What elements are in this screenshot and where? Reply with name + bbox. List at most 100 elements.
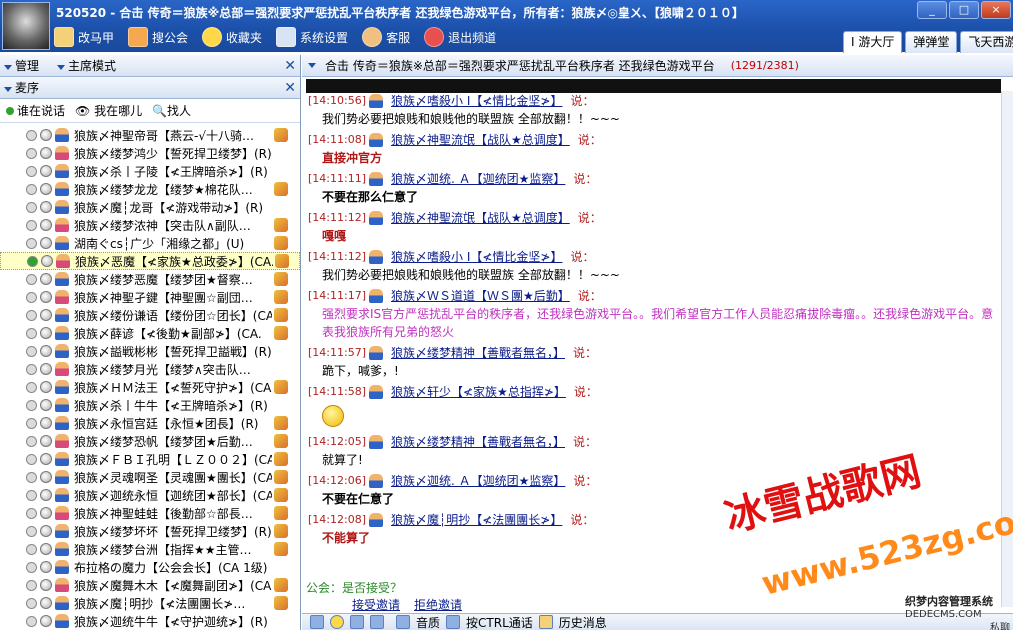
chevron-down-icon[interactable] <box>308 63 316 68</box>
history-icon[interactable] <box>538 615 553 629</box>
user-row[interactable]: 狼族〆缕梦恶魔【缕梦团★督察… <box>0 270 300 288</box>
mic-icon <box>40 381 52 393</box>
user-row[interactable]: 狼族〆神聖孑鍵【神聖團☆副団… <box>0 288 300 306</box>
message-sender[interactable]: 狼族〆缕梦精神【善戰者無名，】 <box>391 433 565 450</box>
tab-feitian-xiyou[interactable]: 飞天西游 <box>960 31 1013 53</box>
speaker-icon[interactable] <box>396 615 410 629</box>
user-row[interactable]: 狼族〆ＨＭ法王【≮誓死守护≯】(CA. <box>0 378 300 396</box>
user-name: 狼族〆灵魂啊圣【灵魂團★團长】(CA. <box>74 470 272 485</box>
system-settings-button[interactable]: 系统设置 <box>276 27 348 47</box>
message-sender[interactable]: 狼族〆轩少【≮家族★总指挥≯】 <box>391 383 566 400</box>
user-name: 狼族〆魔舞木木【≮魔舞副团≯】(CA. <box>74 578 272 593</box>
user-row[interactable]: 狼族〆缕梦浓神【突击队∧副队… <box>0 216 300 234</box>
user-row[interactable]: 狼族〆魔┆明抄【≮法團團长≯… <box>0 594 300 612</box>
user-name: 狼族〆杀丨子陵【≮王牌暗杀≯】(R) <box>74 164 268 179</box>
exit-channel-button[interactable]: 退出频道 <box>424 27 496 47</box>
minimize-button[interactable]: _ <box>917 1 947 19</box>
search-guild-button[interactable]: 搜公会 <box>128 27 188 47</box>
close-button[interactable]: × <box>981 1 1011 19</box>
message-sender[interactable]: 狼族〆神聖流氓【战队★总调度】 <box>391 209 570 226</box>
maximize-button[interactable]: □ <box>949 1 979 19</box>
close-icon[interactable]: ✕ <box>284 58 296 74</box>
find-user-button[interactable]: 🔍找人 <box>152 102 191 119</box>
sender-avatar-icon <box>369 93 383 108</box>
mode-menu[interactable]: 主席模式 <box>57 57 116 74</box>
user-list[interactable]: 狼族〆神聖帝哥【燕云-√十八骑… 狼族〆缕梦鸿少【誓死捍卫缕梦】(R) 狼族〆杀丨子… <box>0 126 300 630</box>
user-row[interactable]: 布拉格の魔力【公会会长】(CA 1级) <box>0 558 300 576</box>
audio-quality-label[interactable]: 音质 <box>416 614 440 630</box>
user-row[interactable]: 狼族〆缕梦恐帆【缕梦团★后勤… <box>0 432 300 450</box>
message-sender[interactable]: 狼族〆神聖流氓【战队★总调度】 <box>391 131 570 148</box>
user-row[interactable]: 狼族〆缕梦鸿少【誓死捍卫缕梦】(R) <box>0 144 300 162</box>
history-label[interactable]: 历史消息 <box>559 614 607 630</box>
chat-bubble-icon[interactable] <box>370 615 384 629</box>
title-bar: 520520 - 合击 传奇＝狼族※总部＝强烈要求严惩扰乱平台秩序者 还我绿色游… <box>0 0 1013 53</box>
chat-message: [14:11:11] 狼族〆迦统. Ａ【迦统团★监察】 说： 不要在那么仁意了 <box>308 169 999 206</box>
message-text: 嘎嘎 <box>322 229 347 243</box>
favorites-label: 收藏夹 <box>226 30 263 45</box>
user-row[interactable]: 狼族〆魔舞木木【≮魔舞副团≯】(CA. <box>0 576 300 594</box>
message-sender[interactable]: 狼族〆ＷＳ道道【ＷＳ團★后勤】 <box>391 287 570 304</box>
user-row[interactable]: 狼族〆缕份谦语【缕份团☆团长】(CA. <box>0 306 300 324</box>
message-sender[interactable]: 狼族〆迦统. Ａ【迦统团★监察】 <box>391 170 565 187</box>
user-row[interactable]: 狼族〆缕梦坏坏【誓死捍卫缕梦】(R) <box>0 522 300 540</box>
message-sender[interactable]: 狼族〆嗜殺小 I【≮情比金坚≯】 <box>391 92 562 109</box>
user-row[interactable]: 狼族〆神聖帝哥【燕云-√十八骑… <box>0 126 300 144</box>
reject-invite-link[interactable]: 拒绝邀请 <box>414 596 462 613</box>
vip-badge-icon <box>274 596 288 610</box>
message-sender[interactable]: 狼族〆嗜殺小 I【≮情比金坚≯】 <box>391 248 562 265</box>
user-row[interactable]: 狼族〆杀丨牛牛【≮王牌暗杀≯】(R) <box>0 396 300 414</box>
mic-icon <box>40 615 52 627</box>
mic-icon <box>40 237 52 249</box>
close-icon[interactable]: ✕ <box>284 80 296 96</box>
user-row[interactable]: 狼族〆神聖蛙蛙【後勤部☆部長… <box>0 504 300 522</box>
user-row[interactable]: 狼族〆永恒宫廷【永恒★团長】(R) <box>0 414 300 432</box>
manage-menu[interactable]: 管理 <box>4 57 39 74</box>
message-sender[interactable]: 狼族〆缕梦精神【善戰者無名，】 <box>391 344 565 361</box>
mic-order-menu[interactable]: 麦序 <box>4 79 39 96</box>
says-label: 说： <box>573 346 598 360</box>
tab-game-hall[interactable]: I 游大厅 <box>843 31 903 53</box>
tab-dandantang[interactable]: 弹弹堂 <box>905 31 958 53</box>
user-row[interactable]: 狼族〆缕梦月光【缕梦∧突击队… <box>0 360 300 378</box>
who-is-talking-button[interactable]: 谁在说话 <box>6 102 65 119</box>
where-am-i-button[interactable]: 👁 我在哪儿 <box>75 102 142 119</box>
user-row[interactable]: 狼族〆迦统永恒【迦统团★部长】(CA. <box>0 486 300 504</box>
favorites-button[interactable]: 收藏夹 <box>202 27 262 47</box>
image-icon[interactable] <box>350 615 364 629</box>
user-row[interactable]: 狼族〆迦统牛牛【≮守护迦统≯】(R) <box>0 612 300 630</box>
user-row[interactable]: 狼族〆魔┆龙哥【≮游戏带动≯】(R) <box>0 198 300 216</box>
user-row[interactable]: 狼族〆薛谚【≮後勤★副部≯】(CA. <box>0 324 300 342</box>
channel-avatar[interactable] <box>2 2 50 50</box>
sender-avatar-icon <box>369 512 383 527</box>
says-label: 说： <box>570 94 595 108</box>
emoji-icon[interactable] <box>330 615 344 629</box>
user-name: 狼族〆魔┆明抄【≮法團團长≯… <box>74 596 246 611</box>
mic-icon <box>40 129 52 141</box>
message-sender[interactable]: 狼族〆迦统. Ａ【迦统团★监察】 <box>391 472 565 489</box>
private-chat-label[interactable]: 私聊 <box>990 619 1010 630</box>
customer-service-button[interactable]: 客服 <box>362 27 410 47</box>
text-format-icon[interactable] <box>310 615 324 629</box>
ctrl-talk-label[interactable]: 按CTRL通话 <box>466 614 533 630</box>
user-row[interactable]: 狼族〆杀丨子陵【≮王牌暗杀≯】(R) <box>0 162 300 180</box>
user-row[interactable]: 狼族〆恶魔【≮家族★总政委≯】(CA. <box>0 252 300 270</box>
user-row[interactable]: 狼族〆缕梦台洲【指挥★★主管… <box>0 540 300 558</box>
accept-invite-link[interactable]: 接受邀请 <box>352 596 400 613</box>
status-icon <box>26 165 37 177</box>
keyboard-icon[interactable] <box>446 615 461 629</box>
status-icon <box>26 381 37 393</box>
settings-icon <box>276 27 297 47</box>
message-text: 跪下，喊爹，! <box>322 364 399 378</box>
user-row[interactable]: 狼族〆缕梦龙龙【缕梦★棉花队… <box>0 180 300 198</box>
change-vest-button[interactable]: 改马甲 <box>54 27 114 47</box>
message-time: [14:11:08] <box>308 133 366 146</box>
user-row[interactable]: 狼族〆謚戦彬彬【誓死捍卫謚戦】(R) <box>0 342 300 360</box>
user-row[interactable]: 狼族〆灵魂啊圣【灵魂團★團长】(CA. <box>0 468 300 486</box>
user-row[interactable]: 狼族〆ＦＢＩ孔明【ＬＺ００２】(CA. <box>0 450 300 468</box>
user-row[interactable]: 湖南ぐcs┆广少「湘缘之都」(U) <box>0 234 300 252</box>
user-avatar-icon <box>55 308 69 322</box>
sender-avatar-icon <box>369 210 383 225</box>
message-sender[interactable]: 狼族〆魔┆明抄【≮法團團长≯】 <box>391 511 562 528</box>
vip-badge-icon <box>274 452 288 466</box>
